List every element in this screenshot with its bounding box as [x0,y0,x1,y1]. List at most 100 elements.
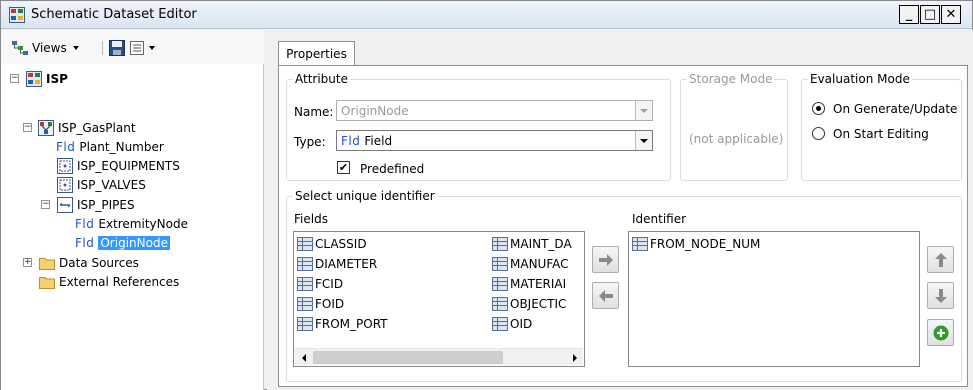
tree-label: Plant_Number [79,139,164,154]
title-bar: Schematic Dataset Editor _ □ ✕ [1,1,972,29]
on-generate-update-label: On Generate/Update [833,102,958,116]
scroll-thumb[interactable] [313,351,503,364]
remove-from-identifier-button[interactable] [592,282,619,309]
evaluation-mode-group: Evaluation Mode On Generate/Update On St… [801,72,962,181]
minimize-button[interactable]: _ [899,5,919,24]
table-field-icon [297,257,313,271]
name-label: Name: [294,105,334,119]
storage-mode-group: Storage Mode (not applicable) [680,72,788,181]
table-field-icon [297,237,313,251]
list-item-label: DIAMETER [315,257,378,271]
move-up-button[interactable] [927,246,954,273]
tree-node-data-sources[interactable]: Data Sources [39,254,139,271]
unique-identifier-legend: Select unique identifier [293,189,437,203]
tree-node-extremity-node[interactable]: Fld ExtremityNode [75,215,188,232]
on-generate-update-radio[interactable] [812,102,825,115]
list-item-label: MATERIAI [510,277,567,291]
tree-node-external-references[interactable]: External References [39,273,179,290]
table-field-icon [297,277,313,291]
identifier-listbox[interactable]: FROM_NODE_NUM [628,231,920,367]
list-item-label: FCID [315,277,344,291]
fields-listbox[interactable]: CLASSID DIAMETER FCID FOID FROM_PORT MAINT_D… [293,231,585,367]
list-item[interactable]: FCID [297,275,487,293]
node-class-icon [57,157,73,174]
left-pane: Views − ISP − ISP_GasPlant Fld Plant_Num… [1,30,264,390]
move-down-button[interactable] [927,282,954,309]
list-item-label: FROM_NODE_NUM [650,237,761,251]
collapse-expander[interactable]: − [23,123,32,132]
tree-node-isp[interactable]: ISP [26,70,68,87]
table-field-icon [492,277,508,291]
add-to-identifier-button[interactable] [592,246,619,273]
list-item[interactable]: CLASSID [297,235,487,253]
tab-label: Properties [286,47,347,61]
tree-node-plant-number[interactable]: Fld Plant_Number [56,138,164,155]
close-button[interactable]: ✕ [941,5,961,24]
link-class-icon [57,196,73,213]
toolbar-divider [102,41,103,55]
schematic-dataset-icon [26,70,42,87]
storage-mode-value: (not applicable) [689,132,784,146]
list-item[interactable]: MAINT_DA [492,235,584,253]
list-item[interactable]: FROM_NODE_NUM [632,235,912,253]
name-value: OriginNode [341,103,409,118]
maximize-button[interactable]: □ [920,5,940,24]
field-icon: Fld [341,133,361,148]
scroll-right-button[interactable] [566,349,583,366]
unique-identifier-group: Select unique identifier Fields Identifi… [286,189,962,382]
views-dropdown[interactable]: Views [12,39,79,57]
node-class-icon [57,176,73,193]
field-icon: Fld [75,235,95,250]
field-icon: Fld [56,139,76,154]
dropdown-button[interactable] [635,131,652,150]
on-start-editing-radio[interactable] [812,127,825,140]
tree-node-gasplant[interactable]: ISP_GasPlant [38,119,136,136]
tree-node-origin-node[interactable]: Fld OriginNode [75,234,170,251]
list-item-label: FOID [315,297,345,311]
collapse-expander[interactable]: − [10,74,19,83]
dataset-app-icon [9,7,25,23]
field-icon: Fld [75,216,95,231]
chevron-down-icon [640,138,648,143]
list-item[interactable]: FOID [297,295,487,313]
fields-label: Fields [294,212,328,226]
type-combobox[interactable]: Fld Field [336,130,653,151]
list-item-label: OID [510,317,533,331]
save-icon[interactable] [109,40,125,56]
arrow-down-icon [934,288,947,303]
predefined-label: Predefined [360,162,425,176]
list-item[interactable]: MATERIAI [492,275,584,293]
name-combobox[interactable]: OriginNode [336,100,653,121]
tree-label: ExtremityNode [98,216,188,231]
views-label: Views [32,41,67,55]
expand-expander[interactable]: + [23,258,32,267]
list-item[interactable]: OBJECTIC [492,295,584,313]
tree-node-pipes[interactable]: ISP_PIPES [57,196,135,213]
tree-label-selected: OriginNode [98,235,170,250]
list-item[interactable]: DIAMETER [297,255,487,273]
evaluation-mode-legend: Evaluation Mode [808,72,912,86]
tree-node-equipments[interactable]: ISP_EQUIPMENTS [57,157,180,174]
collapse-expander[interactable]: − [41,200,50,209]
list-options-dropdown[interactable] [130,39,155,57]
list-item[interactable]: MANUFAC [492,255,584,273]
tree-node-valves[interactable]: ISP_VALVES [57,176,146,193]
views-icon [12,41,28,55]
list-item[interactable]: OID [492,315,584,333]
list-options-icon [130,41,144,55]
arrow-right-icon [598,253,613,266]
arrow-left-icon [301,353,306,362]
identifier-label: Identifier [632,212,687,226]
tab-properties[interactable]: Properties [278,41,355,66]
properties-panel: Attribute Name: OriginNode Type: Fld Fie… [278,65,968,387]
predefined-checkbox[interactable]: ✔ [337,161,350,174]
scroll-left-button[interactable] [295,349,312,366]
dropdown-button[interactable] [635,101,652,120]
tree-label: ISP_GasPlant [58,120,136,135]
list-item-label: OBJECTIC [510,297,567,311]
schematic-dataset-editor-window: Schematic Dataset Editor _ □ ✕ Views − I… [0,0,973,390]
chevron-down-icon [72,46,79,50]
list-item[interactable]: FROM_PORT [297,315,487,333]
add-identifier-button[interactable] [927,319,954,346]
horizontal-scrollbar[interactable] [295,348,583,365]
